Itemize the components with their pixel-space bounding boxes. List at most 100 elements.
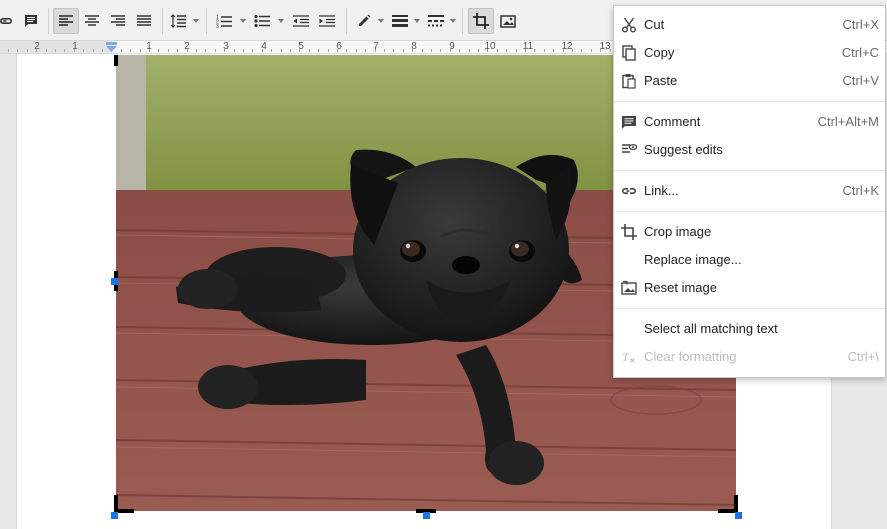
ruler-tick xyxy=(534,49,535,52)
align-center-button[interactable] xyxy=(80,8,104,34)
decrease-indent-button[interactable] xyxy=(288,8,314,34)
ruler-tick xyxy=(309,49,310,52)
align-justify-icon xyxy=(137,15,151,26)
border-weight-dropdown-caret[interactable] xyxy=(414,19,420,23)
menu-item-replace-image[interactable]: Replace image... xyxy=(614,246,885,274)
numbered-list-button[interactable]: 123 xyxy=(212,8,236,34)
ruler-tick xyxy=(459,49,460,52)
resize-handle-bottom-left[interactable] xyxy=(111,512,118,519)
align-justify-button[interactable] xyxy=(132,8,156,34)
ruler-tick xyxy=(403,49,404,52)
align-left-button[interactable] xyxy=(53,8,79,34)
crop-corner-top-left[interactable] xyxy=(114,55,118,66)
paste-icon xyxy=(620,72,638,90)
ruler-tick xyxy=(299,49,300,52)
numbered-list-icon: 123 xyxy=(216,15,232,28)
border-dash-button[interactable] xyxy=(424,8,448,34)
menu-item-link[interactable]: Link... Ctrl+K xyxy=(614,177,885,205)
toolbar-separator xyxy=(206,8,207,34)
ruler-tick xyxy=(46,49,47,52)
menu-separator xyxy=(614,170,885,171)
line-spacing-icon xyxy=(170,14,186,28)
ruler-tick xyxy=(8,49,9,52)
border-weight-icon xyxy=(392,15,408,27)
reset-image-icon xyxy=(620,279,638,297)
toolbar-separator xyxy=(462,8,463,34)
menu-item-reset-image[interactable]: Reset image xyxy=(614,274,885,302)
image-options-button[interactable] xyxy=(496,8,520,34)
suggest-edits-icon xyxy=(620,141,638,159)
menu-item-shortcut: Ctrl+\ xyxy=(847,349,879,364)
ruler-tick xyxy=(140,49,141,52)
comment-icon xyxy=(620,113,638,131)
ruler-tick xyxy=(572,49,573,52)
border-color-dropdown-caret[interactable] xyxy=(378,19,384,23)
ruler-tick xyxy=(196,49,197,52)
menu-item-copy[interactable]: Copy Ctrl+C xyxy=(614,39,885,67)
menu-item-shortcut: Ctrl+V xyxy=(842,73,879,88)
image-options-icon xyxy=(500,15,516,28)
ruler-tick xyxy=(591,49,592,52)
ruler-tick xyxy=(102,49,103,52)
ruler-tick xyxy=(375,49,376,52)
ruler-tick xyxy=(356,49,357,52)
insert-comment-button[interactable] xyxy=(20,8,42,34)
scissors-icon xyxy=(620,16,638,34)
align-left-icon xyxy=(59,15,73,26)
bulleted-list-button[interactable] xyxy=(250,8,274,34)
ruler-tick xyxy=(168,49,169,52)
ruler-tick xyxy=(478,49,479,52)
resize-handle-bottom[interactable] xyxy=(423,512,430,519)
ruler-tick xyxy=(111,49,112,52)
menu-item-label: Copy xyxy=(644,45,675,60)
resize-handle-left[interactable] xyxy=(111,278,118,285)
menu-item-suggest-edits[interactable]: Suggest edits xyxy=(614,136,885,164)
ruler-tick xyxy=(337,49,338,52)
ruler-number: 13 xyxy=(599,41,611,52)
insert-link-button[interactable] xyxy=(0,8,16,34)
menu-item-comment[interactable]: Comment Ctrl+Alt+M xyxy=(614,108,885,136)
menu-item-label: Reset image xyxy=(644,280,717,295)
menu-item-cut[interactable]: Cut Ctrl+X xyxy=(614,11,885,39)
ruler-tick xyxy=(149,49,150,52)
ruler-tick xyxy=(27,49,28,52)
menu-item-shortcut: Ctrl+X xyxy=(842,17,879,32)
ruler-tick xyxy=(55,49,56,52)
menu-item-select-all-matching-text[interactable]: Select all matching text xyxy=(614,315,885,343)
increase-indent-button[interactable] xyxy=(314,8,340,34)
numbered-list-dropdown-caret[interactable] xyxy=(240,19,246,23)
toolbar-separator xyxy=(346,8,347,34)
ruler-tick xyxy=(469,49,470,52)
line-spacing-button[interactable] xyxy=(166,8,190,34)
copy-icon xyxy=(620,44,638,62)
ruler-tick xyxy=(74,49,75,52)
crop-image-button[interactable] xyxy=(468,8,494,34)
border-dash-dropdown-caret[interactable] xyxy=(450,19,456,23)
menu-separator xyxy=(614,101,885,102)
menu-item-crop-image[interactable]: Crop image xyxy=(614,218,885,246)
ruler-tick xyxy=(525,49,526,52)
ruler-tick xyxy=(393,49,394,52)
align-right-button[interactable] xyxy=(106,8,130,34)
ruler-tick xyxy=(506,49,507,52)
border-weight-button[interactable] xyxy=(388,8,412,34)
ruler-tick xyxy=(318,49,319,52)
ruler-tick xyxy=(252,49,253,52)
ruler-tick xyxy=(224,49,225,52)
menu-item-label: Replace image... xyxy=(644,252,742,267)
ruler-tick xyxy=(93,49,94,52)
menu-item-paste[interactable]: Paste Ctrl+V xyxy=(614,67,885,95)
border-color-button[interactable] xyxy=(352,8,376,34)
bulleted-list-dropdown-caret[interactable] xyxy=(278,19,284,23)
ruler-tick xyxy=(328,49,329,52)
menu-item-shortcut: Ctrl+K xyxy=(842,183,879,198)
ruler-tick xyxy=(365,49,366,52)
ruler-tick xyxy=(600,49,601,52)
resize-handle-bottom-right[interactable] xyxy=(735,512,742,519)
line-spacing-dropdown-caret[interactable] xyxy=(193,19,199,23)
toolbar-separator xyxy=(48,8,49,34)
ruler-tick xyxy=(205,49,206,52)
increase-indent-icon xyxy=(319,15,335,27)
menu-separator xyxy=(614,211,885,212)
toolbar-separator xyxy=(162,8,163,34)
